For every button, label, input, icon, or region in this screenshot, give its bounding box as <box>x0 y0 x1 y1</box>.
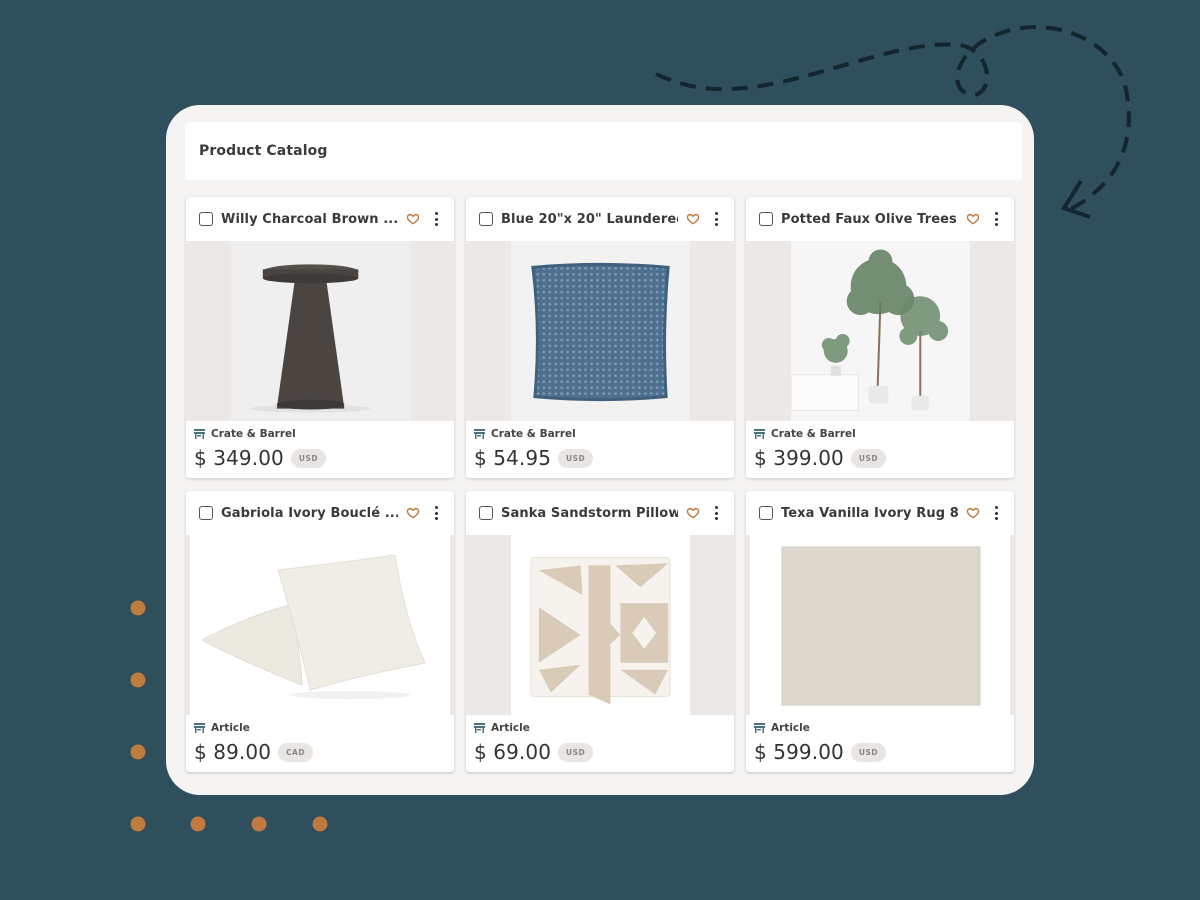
currency-badge: USD <box>850 742 887 762</box>
currency-badge: USD <box>290 448 327 468</box>
product-card[interactable]: Texa Vanilla Ivory Rug 8 ... Article <box>746 491 1014 772</box>
product-card[interactable]: Sanka Sandstorm Pillow Article $ 69.00 U… <box>466 491 734 772</box>
product-title[interactable]: Sanka Sandstorm Pillow <box>501 506 678 521</box>
currency-badge: USD <box>558 742 594 762</box>
dot <box>312 816 328 832</box>
price: $ 69.00 <box>474 740 552 764</box>
product-image[interactable] <box>746 535 1014 715</box>
storefront-icon <box>474 429 485 439</box>
product-title[interactable]: Potted Faux Olive Trees <box>781 212 958 227</box>
more-vertical-icon[interactable] <box>434 506 438 520</box>
store-label: Crate & Barrel <box>474 428 726 440</box>
arrow-head <box>1060 179 1091 219</box>
store-name: Article <box>491 722 530 734</box>
geometric-pillow-image <box>511 535 690 715</box>
card-header: Sanka Sandstorm Pillow <box>466 491 734 535</box>
dot <box>130 816 146 832</box>
storefront-icon <box>194 429 205 439</box>
currency-badge: USD <box>558 448 594 468</box>
store-name: Article <box>771 722 810 734</box>
olive-trees-image <box>791 241 970 421</box>
store-label: Crate & Barrel <box>194 428 446 440</box>
store-label: Article <box>474 722 726 734</box>
product-card[interactable]: Willy Charcoal Brown ... Crate & Barrel … <box>186 197 454 478</box>
dot <box>251 816 267 832</box>
card-header: Willy Charcoal Brown ... <box>186 197 454 241</box>
price: $ 349.00 <box>194 446 284 470</box>
catalog-header: Product Catalog <box>185 122 1022 180</box>
price: $ 89.00 <box>194 740 272 764</box>
heart-outline-icon[interactable] <box>406 212 420 226</box>
product-image[interactable] <box>466 241 734 421</box>
product-title[interactable]: Gabriola Ivory Bouclé ... <box>221 506 398 521</box>
blue-pillow-image <box>511 241 690 421</box>
currency-badge: USD <box>850 448 887 468</box>
product-title[interactable]: Willy Charcoal Brown ... <box>221 212 398 227</box>
product-card[interactable]: Blue 20"x 20" Laundered... <box>466 197 734 478</box>
store-label: Article <box>194 722 446 734</box>
product-image[interactable] <box>746 241 1014 421</box>
ivory-rug-image <box>750 535 1010 715</box>
more-vertical-icon[interactable] <box>714 506 718 520</box>
select-checkbox[interactable] <box>199 212 213 226</box>
price: $ 599.00 <box>754 740 844 764</box>
heart-outline-icon[interactable] <box>686 506 700 520</box>
storefront-icon <box>754 429 765 439</box>
select-checkbox[interactable] <box>479 212 493 226</box>
more-vertical-icon[interactable] <box>434 212 438 226</box>
select-checkbox[interactable] <box>759 506 773 520</box>
storefront-icon <box>474 723 485 733</box>
product-card[interactable]: Potted Faux Olive Trees Crate & Barrel $… <box>746 197 1014 478</box>
heart-outline-icon[interactable] <box>966 212 980 226</box>
dot <box>190 816 206 832</box>
product-card[interactable]: Gabriola Ivory Bouclé ... Article $ 89.0… <box>186 491 454 772</box>
price: $ 54.95 <box>474 446 552 470</box>
product-grid: Willy Charcoal Brown ... Crate & Barrel … <box>186 197 1015 772</box>
select-checkbox[interactable] <box>479 506 493 520</box>
card-header: Gabriola Ivory Bouclé ... <box>186 491 454 535</box>
store-name: Article <box>211 722 250 734</box>
store-name: Crate & Barrel <box>771 428 856 440</box>
store-name: Crate & Barrel <box>491 428 576 440</box>
page-title: Product Catalog <box>199 143 328 159</box>
heart-outline-icon[interactable] <box>966 506 980 520</box>
card-header: Texa Vanilla Ivory Rug 8 ... <box>746 491 1014 535</box>
product-image[interactable] <box>466 535 734 715</box>
catalog-window: Product Catalog Willy Charcoal Brown ... <box>166 105 1034 795</box>
card-header: Potted Faux Olive Trees <box>746 197 1014 241</box>
storefront-icon <box>194 723 205 733</box>
product-image[interactable] <box>186 535 454 715</box>
select-checkbox[interactable] <box>199 506 213 520</box>
product-title[interactable]: Blue 20"x 20" Laundered... <box>501 212 678 227</box>
card-header: Blue 20"x 20" Laundered... <box>466 197 734 241</box>
storefront-icon <box>754 723 765 733</box>
store-label: Article <box>754 722 1006 734</box>
boucle-pillows-image <box>190 535 450 715</box>
product-title[interactable]: Texa Vanilla Ivory Rug 8 ... <box>781 506 958 521</box>
product-image[interactable] <box>186 241 454 421</box>
dot <box>130 600 146 616</box>
more-vertical-icon[interactable] <box>994 506 998 520</box>
heart-outline-icon[interactable] <box>686 212 700 226</box>
select-checkbox[interactable] <box>759 212 773 226</box>
side-table-image <box>231 241 410 421</box>
dot <box>130 744 146 760</box>
heart-outline-icon[interactable] <box>406 506 420 520</box>
dot <box>130 672 146 688</box>
currency-badge: CAD <box>278 742 314 762</box>
more-vertical-icon[interactable] <box>994 212 998 226</box>
price: $ 399.00 <box>754 446 844 470</box>
more-vertical-icon[interactable] <box>714 212 718 226</box>
store-name: Crate & Barrel <box>211 428 296 440</box>
store-label: Crate & Barrel <box>754 428 1006 440</box>
